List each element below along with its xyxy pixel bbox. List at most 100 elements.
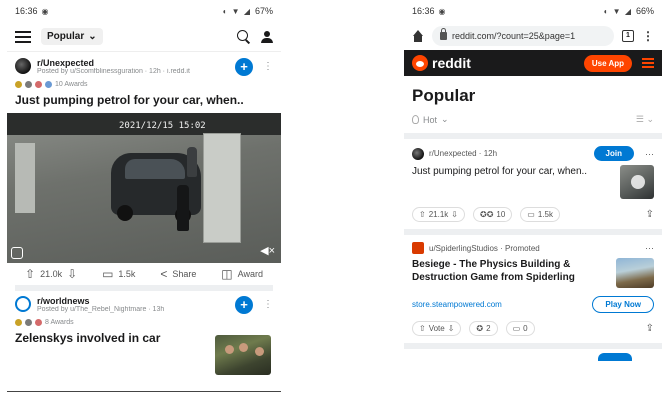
card-thumbnail[interactable] bbox=[616, 258, 654, 288]
advertiser-avatar[interactable] bbox=[412, 242, 424, 254]
comment-count: 1.5k bbox=[537, 210, 553, 219]
app-header: Popular ⌄ bbox=[7, 22, 281, 52]
upvote-icon[interactable]: ⇧ bbox=[419, 324, 426, 333]
awards-count: 10 bbox=[496, 210, 506, 219]
post-thumbnail[interactable] bbox=[215, 335, 271, 375]
vote-chip[interactable]: ⇧ Vote ⇩ bbox=[412, 321, 462, 336]
downvote-icon[interactable]: ⇩ bbox=[448, 324, 455, 333]
upvote-icon[interactable]: ⇧ bbox=[25, 267, 35, 281]
lock-icon[interactable] bbox=[440, 28, 447, 40]
award-icon bbox=[35, 319, 42, 326]
url-text: reddit.com/?count=25&page=1 bbox=[452, 31, 576, 41]
search-icon[interactable] bbox=[237, 29, 251, 44]
comment-icon: ▭ bbox=[512, 324, 521, 333]
card-meta[interactable]: r/Unexpected · 12h bbox=[429, 149, 497, 158]
award-icon bbox=[15, 81, 22, 88]
awards-row[interactable]: 10 Awards bbox=[15, 81, 273, 88]
share-icon: < bbox=[160, 267, 168, 281]
card-title[interactable]: Just pumping petrol for your car, when.. bbox=[412, 165, 614, 199]
use-app-button[interactable]: Use App bbox=[583, 54, 632, 72]
award-icon: ◫ bbox=[221, 267, 233, 281]
downvote-icon[interactable]: ⇩ bbox=[67, 267, 77, 281]
status-time: 16:36 bbox=[412, 6, 435, 16]
video-toggle-icon[interactable] bbox=[11, 247, 23, 259]
join-button[interactable]: + bbox=[235, 58, 253, 76]
more-icon[interactable]: ⋮ bbox=[263, 296, 273, 314]
comments-button[interactable]: ▭ 1.5k bbox=[102, 267, 135, 281]
more-icon[interactable]: ⋮ bbox=[642, 29, 654, 43]
promoted-card[interactable]: u/SpiderlingStudios · Promoted ··· Besie… bbox=[404, 235, 662, 349]
address-bar[interactable]: reddit.com/?count=25&page=1 bbox=[432, 26, 614, 46]
signal-icons: ◐ ▼ ◢ bbox=[603, 6, 632, 16]
award-icon bbox=[45, 81, 52, 88]
subreddit-avatar[interactable] bbox=[412, 147, 424, 160]
award-icon bbox=[15, 319, 22, 326]
page-title: Popular bbox=[412, 86, 476, 105]
menu-icon[interactable] bbox=[15, 30, 31, 43]
join-button[interactable]: + bbox=[235, 296, 253, 314]
home-icon[interactable] bbox=[412, 30, 424, 42]
view-mode-icon[interactable]: ☰ ⌄ bbox=[636, 114, 654, 125]
chevron-down-icon: ⌄ bbox=[441, 114, 449, 124]
post-title[interactable]: Just pumping petrol for your car, when.. bbox=[15, 93, 273, 107]
notification-icon: ◉ bbox=[41, 6, 50, 16]
sort-dropdown[interactable]: Hot ⌄ bbox=[412, 114, 449, 125]
card-meta[interactable]: u/SpiderlingStudios · Promoted bbox=[429, 244, 540, 253]
awards-row[interactable]: 8 Awards bbox=[15, 319, 273, 326]
share-icon[interactable]: ⇪ bbox=[646, 323, 654, 334]
feed-selector[interactable]: Popular ⌄ bbox=[41, 28, 103, 45]
feed-post[interactable]: r/worldnews Posted by u/The_Rebel_Nightm… bbox=[7, 291, 281, 375]
awards-chip[interactable]: ✪ 2 bbox=[469, 321, 498, 336]
mute-icon[interactable]: ◀× bbox=[260, 244, 275, 257]
more-icon[interactable]: ⋮ bbox=[263, 58, 273, 76]
post-video[interactable]: 2021/12/15 15:02 ◀× bbox=[7, 113, 281, 263]
share-button[interactable]: < Share bbox=[160, 267, 196, 281]
play-now-button[interactable]: Play Now bbox=[592, 296, 654, 313]
more-icon[interactable]: ··· bbox=[645, 243, 654, 253]
award-button[interactable]: ◫ Award bbox=[221, 267, 263, 281]
downvote-icon[interactable]: ⇩ bbox=[451, 210, 458, 219]
awards-count: 10 Awards bbox=[55, 81, 88, 88]
user-icon[interactable] bbox=[261, 30, 273, 43]
status-time: 16:36 bbox=[15, 6, 38, 16]
play-icon bbox=[631, 175, 645, 189]
card-thumbnail[interactable] bbox=[620, 165, 654, 199]
join-button[interactable]: Join bbox=[593, 146, 634, 161]
feed-post[interactable]: r/Unexpected Posted by u/Scomfblinessgur… bbox=[7, 52, 281, 291]
comment-icon: ▭ bbox=[102, 267, 114, 281]
awards-chip[interactable]: ✪✪ 10 bbox=[472, 207, 513, 222]
feed-card[interactable]: r/Unexpected · 12h Join ··· Just pumping… bbox=[404, 139, 662, 235]
comments-chip[interactable]: ▭ 1.5k bbox=[520, 207, 560, 222]
notification-icon: ◉ bbox=[438, 6, 447, 16]
status-bar: 16:36 ◉ ◐ ▼ ◢ 66% bbox=[404, 0, 662, 22]
menu-icon[interactable] bbox=[642, 58, 654, 68]
award-icon bbox=[35, 81, 42, 88]
share-icon[interactable]: ⇪ bbox=[646, 209, 654, 220]
upvote-icon[interactable]: ⇧ bbox=[419, 210, 426, 219]
video-timestamp: 2021/12/15 15:02 bbox=[119, 121, 206, 131]
next-card-peek bbox=[404, 349, 662, 361]
tabs-icon[interactable]: 1 bbox=[622, 30, 634, 42]
comment-count: 0 bbox=[523, 324, 528, 333]
comments-chip[interactable]: ▭ 0 bbox=[505, 321, 535, 336]
award-icon bbox=[25, 319, 32, 326]
battery-level: 66% bbox=[635, 6, 654, 16]
card-title[interactable]: Besiege - The Physics Building & Destruc… bbox=[412, 258, 610, 288]
reddit-logo-icon[interactable] bbox=[412, 55, 428, 71]
share-label: Share bbox=[172, 269, 197, 279]
subreddit-name[interactable]: r/Unexpected bbox=[37, 58, 229, 68]
promo-link[interactable]: store.steampowered.com bbox=[412, 300, 592, 309]
award-icon: ✪ bbox=[476, 324, 484, 333]
vote-count: 21.1k bbox=[428, 210, 449, 219]
posted-by: Posted by u/Scomfblinessguration · 12h ·… bbox=[37, 68, 190, 75]
subreddit-name[interactable]: r/worldnews bbox=[37, 296, 229, 306]
flame-icon bbox=[412, 115, 419, 124]
vote-chip[interactable]: ⇧ 21.1k ⇩ bbox=[412, 207, 465, 222]
chevron-down-icon: ⌄ bbox=[88, 31, 97, 42]
subreddit-avatar[interactable] bbox=[15, 58, 31, 74]
reddit-wordmark[interactable]: reddit bbox=[432, 55, 471, 71]
sort-label: Hot bbox=[423, 114, 438, 125]
more-icon[interactable]: ··· bbox=[645, 149, 654, 159]
subreddit-avatar[interactable] bbox=[15, 296, 31, 312]
comment-count: 1.5k bbox=[118, 269, 136, 279]
